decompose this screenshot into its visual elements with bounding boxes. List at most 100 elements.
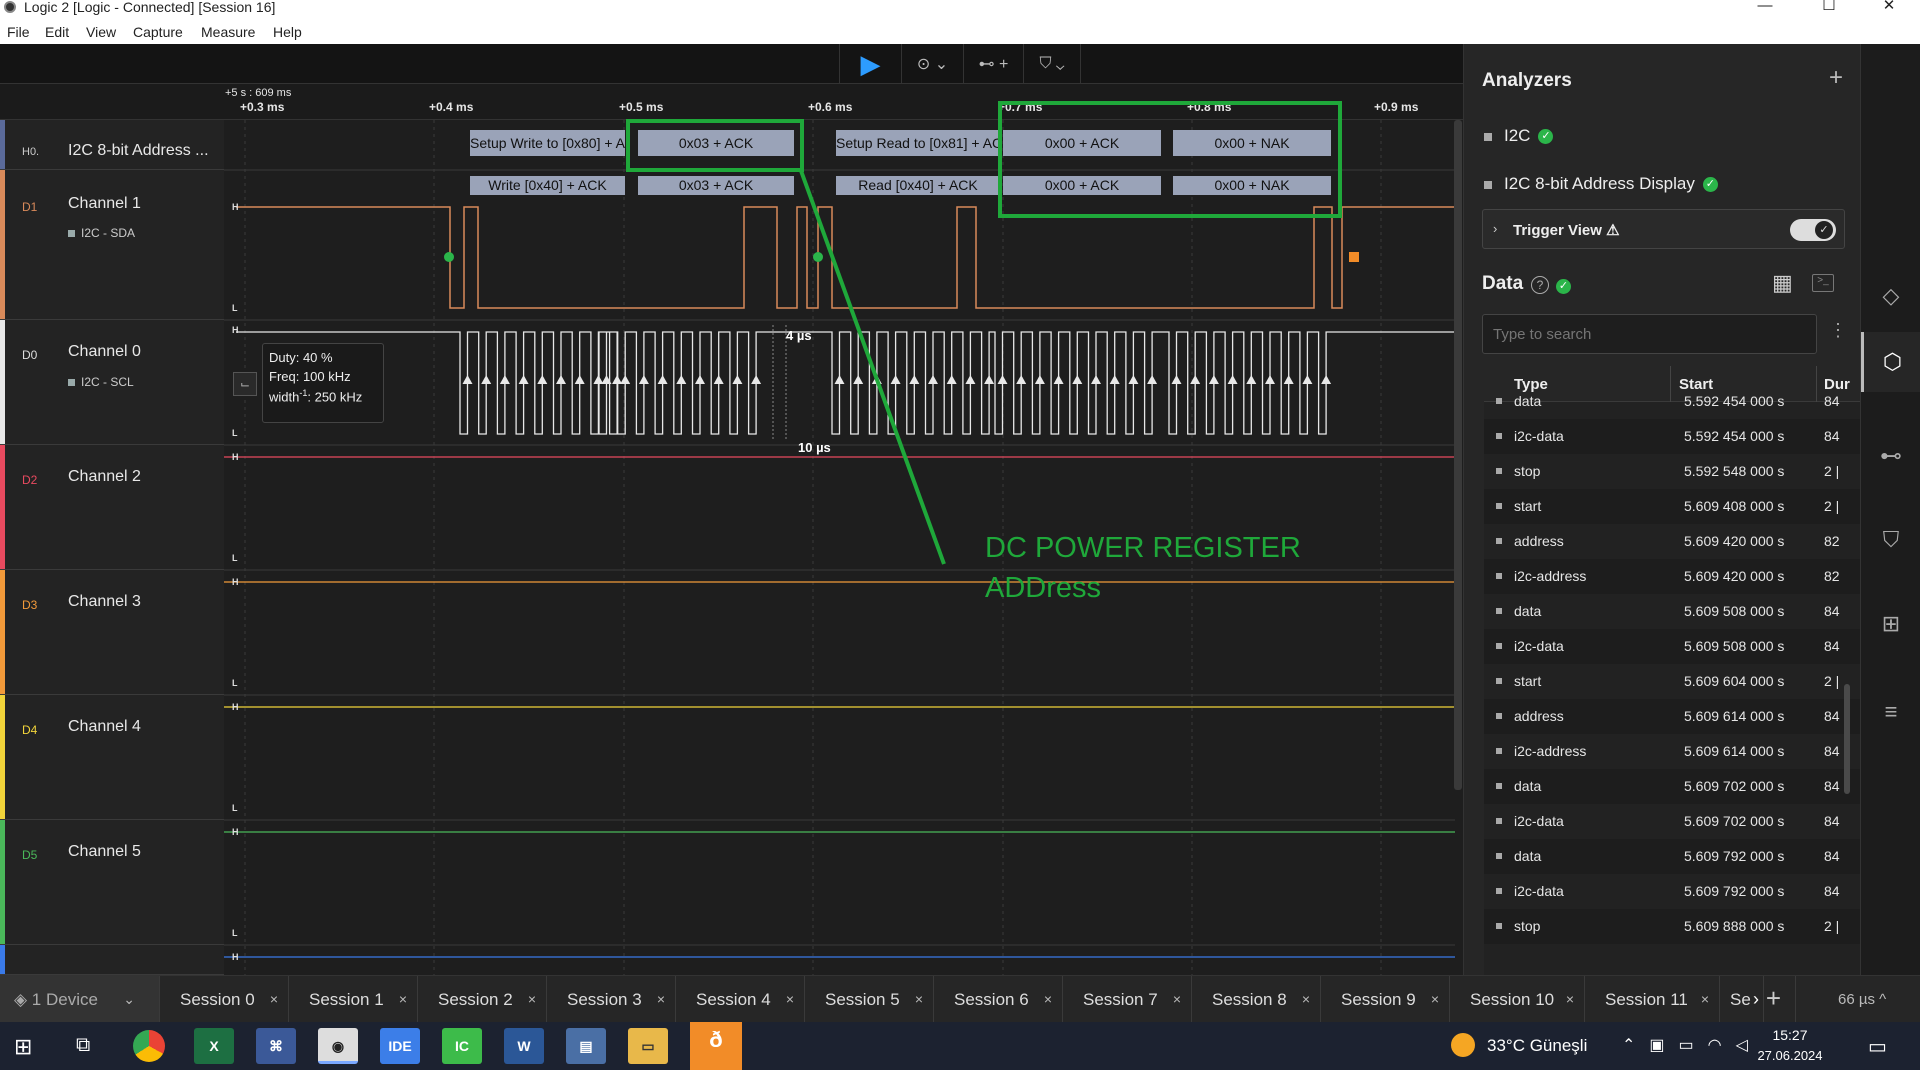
marker-icon[interactable]: ⛉ [1861, 520, 1920, 560]
help-icon[interactable]: ? [1531, 276, 1549, 294]
analyzers-icon[interactable]: ⬡ [1861, 332, 1920, 392]
menu-view[interactable]: View [86, 24, 116, 40]
tab-session[interactable]: Session 8 × [1192, 976, 1321, 1023]
pdf-app-icon[interactable]: ð [690, 1022, 742, 1070]
trigger-icon[interactable]: ⊙ ⌄ [901, 44, 963, 84]
cell-type: data [1514, 848, 1542, 864]
close-tab-icon[interactable]: × [1566, 976, 1574, 1023]
tab-session[interactable]: Session 5 × [805, 976, 934, 1023]
calculator-icon[interactable]: ▤ [566, 1028, 606, 1064]
notification-icon[interactable]: ▭ [1868, 1034, 1887, 1059]
terminal-view-icon[interactable]: >_ [1812, 274, 1834, 292]
clock-date[interactable]: 27.06.2024 [1750, 1048, 1830, 1063]
table-row[interactable]: start 5.609 408 000 s 2 | [1484, 489, 1861, 524]
minimize-button[interactable]: — [1742, 0, 1788, 22]
table-row[interactable]: stop 5.592 548 000 s 2 | [1484, 454, 1861, 489]
close-tab-icon[interactable]: × [1701, 976, 1709, 1023]
cell-start: 5.609 614 000 s [1684, 708, 1785, 724]
tab-session[interactable]: Session 10 × [1450, 976, 1585, 1023]
table-row[interactable]: address 5.609 614 000 s 84 [1484, 699, 1861, 734]
channel-area: H0. I2C 8-bit Address ... D1 Channel 1 I… [0, 101, 1463, 975]
table-row[interactable]: i2c-data 5.609 702 000 s 84 [1484, 804, 1861, 839]
menu-capture[interactable]: Capture [133, 24, 183, 40]
table-row[interactable]: stop 5.609 888 000 s 2 | [1484, 909, 1861, 944]
cell-type: stop [1514, 463, 1541, 479]
menu-help[interactable]: Help [273, 24, 302, 40]
close-tab-icon[interactable]: × [915, 976, 923, 1023]
tab-session[interactable]: Session 2 × [418, 976, 547, 1023]
new-session-icon[interactable]: + [1752, 976, 1796, 1023]
tab-session[interactable]: Session 11 × [1585, 976, 1720, 1023]
excel-icon[interactable]: X [194, 1028, 234, 1064]
close-tab-icon[interactable]: × [270, 976, 278, 1023]
ide-icon[interactable]: IDE [380, 1028, 420, 1064]
tab-session[interactable]: Session 4 × [676, 976, 805, 1023]
trigger-view-row[interactable]: › Trigger View ⚠ ✓ [1482, 209, 1845, 249]
windows-start-icon[interactable]: ⊞ [14, 1034, 32, 1060]
tab-session[interactable]: Session 6 × [934, 976, 1063, 1023]
close-tab-icon[interactable]: × [786, 976, 794, 1023]
chrome-icon[interactable] [133, 1030, 165, 1062]
close-tab-icon[interactable]: × [1302, 976, 1310, 1023]
add-analyzer-icon[interactable]: + [1829, 64, 1843, 92]
clock-time[interactable]: 15:27 [1755, 1027, 1825, 1043]
table-row[interactable]: data 5.592 454 000 s 84 [1484, 384, 1861, 419]
tab-session[interactable]: Session 1 × [289, 976, 418, 1023]
menu-file[interactable]: File [7, 24, 30, 40]
close-tab-icon[interactable]: × [1173, 976, 1181, 1023]
menu-edit[interactable]: Edit [45, 24, 69, 40]
start-capture-icon[interactable]: ▶ [839, 44, 901, 84]
tray-icons[interactable]: ⌃▣▭◠◁ [1622, 1035, 1762, 1055]
measure-icon[interactable]: ⊷ + [963, 44, 1023, 84]
search-input[interactable] [1482, 314, 1817, 354]
ic-icon[interactable]: IC [442, 1028, 482, 1064]
marker-icon[interactable]: ⛉ ⌄ [1023, 44, 1081, 84]
file-explorer-icon[interactable]: ▭ [628, 1028, 668, 1064]
close-tab-icon[interactable]: × [528, 976, 536, 1023]
table-row[interactable]: i2c-address 5.609 420 000 s 82 [1484, 559, 1861, 594]
analyzers-title: Analyzers [1482, 70, 1572, 91]
trigger-view-toggle[interactable]: ✓ [1790, 219, 1836, 241]
task-view-icon[interactable]: ⧉ [76, 1034, 90, 1057]
table-row[interactable]: address 5.609 420 000 s 82 [1484, 524, 1861, 559]
table-scrollbar[interactable] [1844, 684, 1850, 794]
notes-icon[interactable]: ≡ [1861, 692, 1920, 732]
tab-session[interactable]: Session 0 × [160, 976, 289, 1023]
layers-icon[interactable]: ◇ [1861, 276, 1920, 316]
analyzer-item-i2c[interactable]: I2C ✓ [1484, 126, 1554, 146]
row-bullet [1496, 713, 1502, 719]
analyzers-panel: Analyzers + I2C ✓ I2C 8-bit Address Displ… [1463, 44, 1861, 975]
maximize-button[interactable]: ☐ [1806, 0, 1852, 22]
tab-session[interactable]: Session 7 × [1063, 976, 1192, 1023]
more-options-icon[interactable]: ⋮ [1829, 320, 1847, 341]
table-row[interactable]: data 5.609 792 000 s 84 [1484, 839, 1861, 874]
table-row[interactable]: i2c-data 5.609 792 000 s 84 [1484, 874, 1861, 909]
close-tab-icon[interactable]: × [1044, 976, 1052, 1023]
table-row[interactable]: i2c-data 5.609 508 000 s 84 [1484, 629, 1861, 664]
word-icon[interactable]: W [504, 1028, 544, 1064]
table-row[interactable]: data 5.609 702 000 s 84 [1484, 769, 1861, 804]
extensions-icon[interactable]: ⊞ [1861, 604, 1920, 644]
close-tab-icon[interactable]: × [657, 976, 665, 1023]
table-row[interactable]: data 5.609 508 000 s 84 [1484, 594, 1861, 629]
table-row[interactable]: i2c-data 5.592 454 000 s 84 [1484, 419, 1861, 454]
measurements-icon[interactable]: ⊷ [1861, 436, 1920, 476]
menu-measure[interactable]: Measure [201, 24, 255, 40]
cell-start: 5.609 508 000 s [1684, 603, 1785, 619]
network-tool-icon[interactable]: ⌘ [256, 1028, 296, 1064]
tab-session[interactable]: Session 3 × [547, 976, 676, 1023]
weather-text[interactable]: 33°C Güneşli [1487, 1036, 1587, 1056]
table-row[interactable]: start 5.609 604 000 s 2 | [1484, 664, 1861, 699]
zoom-level[interactable]: 66 µs ^ [1838, 976, 1886, 1023]
cell-duration: 2 | [1824, 918, 1840, 934]
close-button[interactable]: ✕ [1866, 0, 1912, 22]
analyzer-item-address-display[interactable]: I2C 8-bit Address Display ✓ [1484, 174, 1718, 194]
device-selector[interactable]: ◈ 1 Device ⌄ [0, 976, 160, 1023]
table-view-icon[interactable]: ▦ [1772, 270, 1793, 296]
close-tab-icon[interactable]: × [399, 976, 407, 1023]
tab-session[interactable]: Session 9 × [1321, 976, 1450, 1023]
logic-app-icon[interactable]: ◉ [318, 1028, 358, 1064]
close-tab-icon[interactable]: × [1431, 976, 1439, 1023]
cell-start: 5.609 702 000 s [1684, 778, 1785, 794]
table-row[interactable]: i2c-address 5.609 614 000 s 84 [1484, 734, 1861, 769]
